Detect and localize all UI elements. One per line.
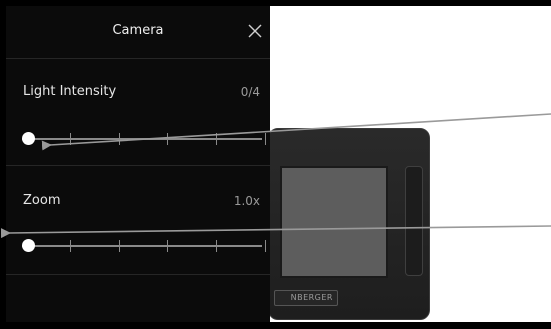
section-divider xyxy=(6,165,270,166)
section-divider xyxy=(6,274,270,275)
zoom-label: Zoom xyxy=(23,193,61,208)
slider-tick xyxy=(265,133,266,145)
slider-tick xyxy=(167,240,169,252)
slider-tick xyxy=(167,133,169,145)
slider-tick xyxy=(69,133,71,145)
slider-tick xyxy=(118,240,120,252)
slider-tick xyxy=(118,133,120,145)
zoom-slider[interactable] xyxy=(16,236,266,256)
close-button[interactable] xyxy=(247,23,263,39)
slider-tick xyxy=(265,240,266,252)
camera-settings-panel: Camera Light Intensity 0/4 Zoom 1.0x xyxy=(6,6,270,322)
device-side-panel xyxy=(405,166,423,276)
device-screen xyxy=(280,166,388,278)
slider-tick xyxy=(69,240,71,252)
slider-tick xyxy=(216,133,218,145)
close-icon xyxy=(248,24,262,38)
slider-thumb[interactable] xyxy=(22,239,35,252)
zoom-value: 1.0x xyxy=(233,194,260,208)
light-intensity-value: 0/4 xyxy=(240,85,260,99)
device-brand-label: NBERGER xyxy=(274,290,338,306)
slider-track xyxy=(22,138,262,140)
panel-title: Camera xyxy=(112,23,164,38)
slider-tick xyxy=(216,240,218,252)
light-intensity-slider[interactable] xyxy=(16,129,266,149)
panel-header: Camera xyxy=(6,6,270,58)
light-intensity-label: Light Intensity xyxy=(23,84,117,99)
slider-track xyxy=(22,245,262,247)
header-divider xyxy=(6,58,270,59)
slider-thumb[interactable] xyxy=(22,132,35,145)
